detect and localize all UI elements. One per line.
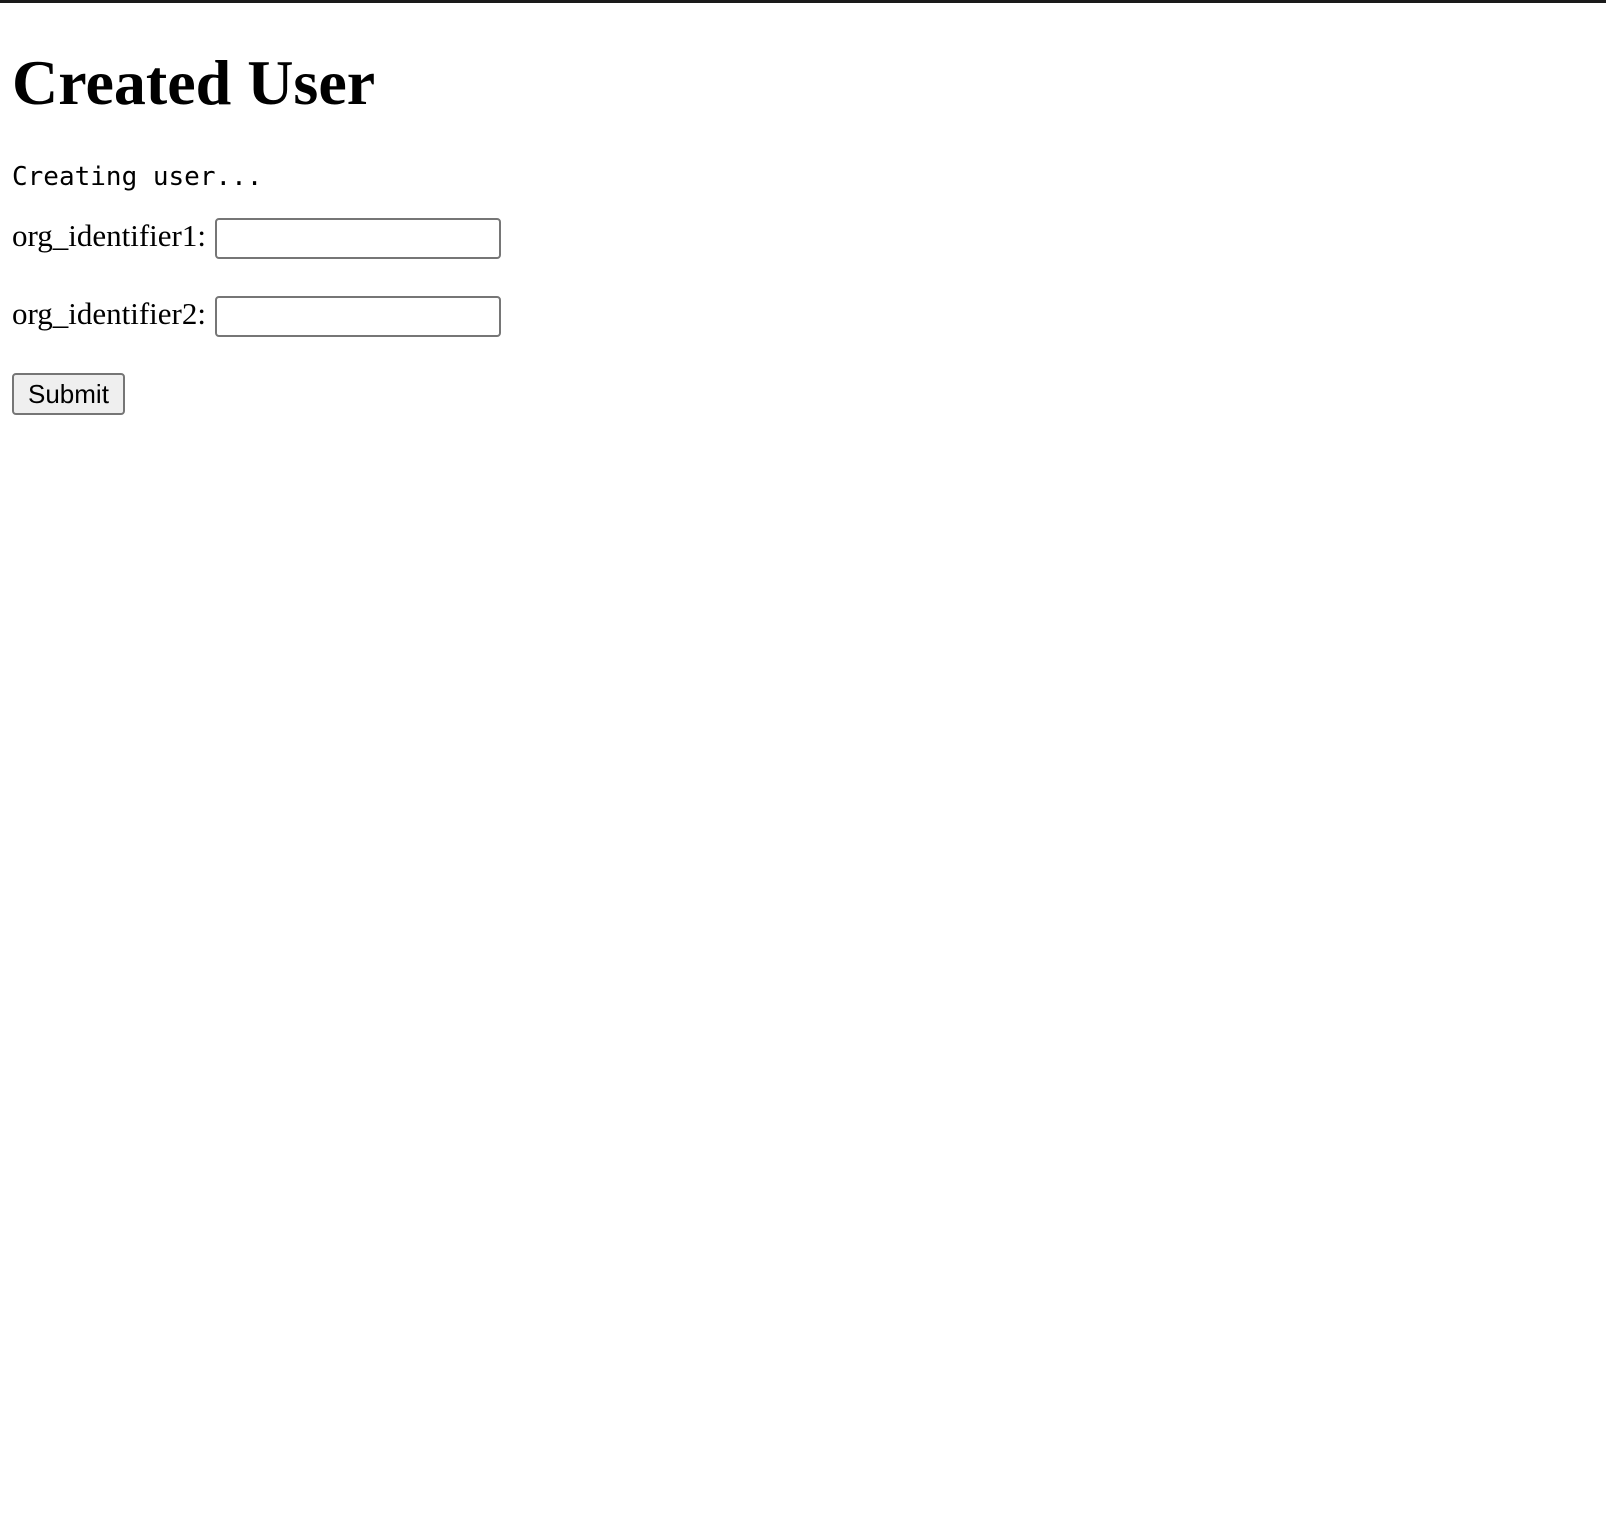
org-identifier2-label: org_identifier2: bbox=[12, 296, 206, 331]
page-title: Created User bbox=[12, 47, 376, 118]
org-identifier1-row: org_identifier1: bbox=[12, 216, 501, 260]
status-text: Creating user... bbox=[12, 162, 263, 192]
org-identifier1-input[interactable] bbox=[215, 217, 501, 259]
submit-button[interactable]: Submit bbox=[12, 373, 125, 415]
org-identifier2-row: org_identifier2: bbox=[12, 294, 501, 338]
org-identifier1-label: org_identifier1: bbox=[12, 218, 206, 253]
org-identifier2-input[interactable] bbox=[215, 295, 501, 337]
